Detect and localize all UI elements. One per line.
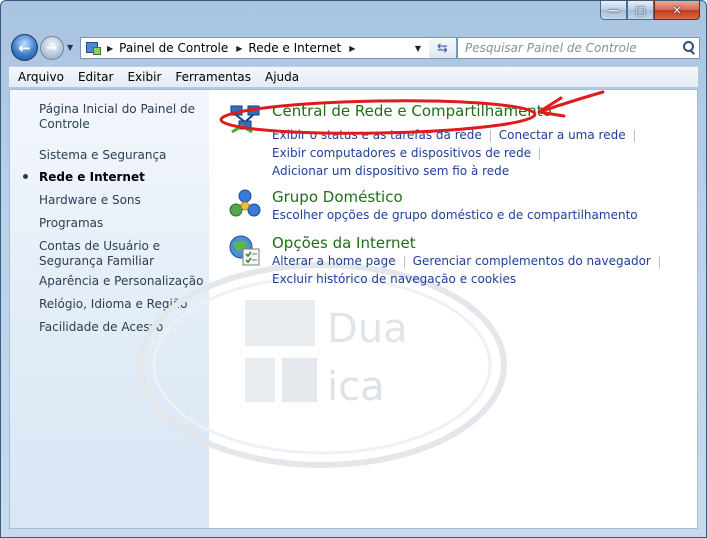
navigation-bar: ← → ▼ ▶ Painel de Controle ▶ Rede e Inte… — [9, 29, 700, 63]
watermark-text-top: Dua — [327, 306, 408, 352]
sidebar-item-programs[interactable]: Programas — [39, 216, 207, 231]
menu-edit[interactable]: Editar — [71, 70, 121, 84]
link-view-network-computers[interactable]: Exibir computadores e dispositivos de re… — [272, 146, 531, 160]
close-icon: ✕ — [672, 3, 682, 17]
category-title-homegroup[interactable]: Grupo Doméstico — [272, 188, 403, 206]
search-icon[interactable] — [679, 38, 699, 58]
breadcrumb-network-internet[interactable]: Rede e Internet — [248, 41, 341, 55]
category-title-network-center[interactable]: Central de Rede e Compartilhamento — [272, 102, 552, 120]
link-manage-addons[interactable]: Gerenciar complementos do navegador — [413, 254, 651, 268]
homegroup-icon — [229, 189, 261, 217]
link-separator — [403, 255, 405, 268]
category-internet-options: Opções da Internet Alterar a home page Ge… — [228, 234, 688, 294]
recent-pages-dropdown[interactable]: ▼ — [67, 43, 73, 52]
category-homegroup: Grupo Doméstico Escolher opções de grupo… — [228, 188, 688, 228]
menu-help[interactable]: Ajuda — [258, 70, 306, 84]
refresh-icon: ⇆ — [437, 40, 448, 56]
active-bullet-icon — [23, 174, 28, 179]
menu-bar: Arquivo Editar Exibir Ferramentas Ajuda — [9, 66, 698, 88]
content-area: Página Inicial do Painel de Controle Sis… — [9, 89, 698, 529]
minimize-button[interactable]: — — [600, 1, 627, 20]
forward-button[interactable]: → — [40, 36, 64, 60]
maximize-button[interactable]: □ — [627, 1, 654, 20]
caption-buttons: — □ ✕ — [600, 1, 700, 20]
link-add-wireless-device[interactable]: Adicionar um dispositivo sem fio à rede — [272, 164, 509, 178]
links-row: Alterar a home page Gerenciar complemento… — [272, 254, 668, 268]
links-row: Adicionar um dispositivo sem fio à rede — [272, 164, 509, 178]
chevron-right-icon[interactable]: ▶ — [107, 44, 113, 53]
network-center-icon — [230, 105, 260, 134]
links-row: Excluir histórico de navegação e cookies — [272, 272, 516, 286]
control-panel-window: — □ ✕ ← → ▼ ▶ Painel de Controle ▶ Rede … — [0, 0, 707, 538]
link-view-network-status[interactable]: Exibir o status e as tarefas da rede — [272, 128, 482, 142]
link-separator — [633, 129, 635, 142]
links-row: Exibir o status e as tarefas da rede Cone… — [272, 128, 643, 142]
sidebar-item-hardware-sound[interactable]: Hardware e Sons — [39, 193, 207, 208]
links-row: Escolher opções de grupo doméstico e de … — [272, 208, 638, 222]
control-panel-icon — [85, 41, 101, 55]
internet-options-icon — [229, 235, 260, 266]
sidebar-item-network-internet[interactable]: Rede e Internet — [39, 170, 207, 185]
maximize-icon: □ — [635, 3, 646, 17]
minimize-icon: — — [608, 3, 619, 17]
close-button[interactable]: ✕ — [654, 1, 700, 20]
menu-view[interactable]: Exibir — [120, 70, 168, 84]
link-separator — [539, 147, 541, 160]
arrow-left-icon: ← — [18, 38, 31, 57]
category-title-internet-options[interactable]: Opções da Internet — [272, 234, 416, 252]
address-bar[interactable]: ▶ Painel de Controle ▶ Rede e Internet ▶… — [80, 37, 457, 59]
arrow-right-icon: → — [46, 40, 58, 56]
search-box[interactable]: Pesquisar Painel de Controle — [457, 37, 700, 59]
chevron-right-icon[interactable]: ▶ — [349, 44, 355, 53]
links-row: Exibir computadores e dispositivos de re… — [272, 146, 548, 160]
breadcrumb-control-panel[interactable]: Painel de Controle — [119, 41, 228, 55]
link-delete-history[interactable]: Excluir histórico de navegação e cookies — [272, 272, 516, 286]
chevron-right-icon[interactable]: ▶ — [236, 44, 242, 53]
menu-file[interactable]: Arquivo — [11, 70, 71, 84]
link-separator — [489, 129, 491, 142]
sidebar-item-system-security[interactable]: Sistema e Segurança — [39, 148, 207, 163]
link-connect-network[interactable]: Conectar a uma rede — [499, 128, 626, 142]
link-separator — [658, 255, 660, 268]
back-button[interactable]: ← — [11, 34, 38, 61]
menu-tools[interactable]: Ferramentas — [168, 70, 258, 84]
category-network-center: Central de Rede e Compartilhamento Exibi… — [228, 102, 688, 182]
link-homegroup-options[interactable]: Escolher opções de grupo doméstico e de … — [272, 208, 638, 222]
refresh-button[interactable]: ⇆ — [429, 37, 457, 59]
sidebar-item-control-panel-home[interactable]: Página Inicial do Painel de Controle — [39, 102, 207, 132]
address-dropdown-icon[interactable]: ▼ — [408, 44, 428, 53]
search-input[interactable]: Pesquisar Painel de Controle — [465, 41, 637, 55]
link-change-homepage[interactable]: Alterar a home page — [272, 254, 396, 268]
watermark-text-bottom: ica — [327, 364, 385, 410]
